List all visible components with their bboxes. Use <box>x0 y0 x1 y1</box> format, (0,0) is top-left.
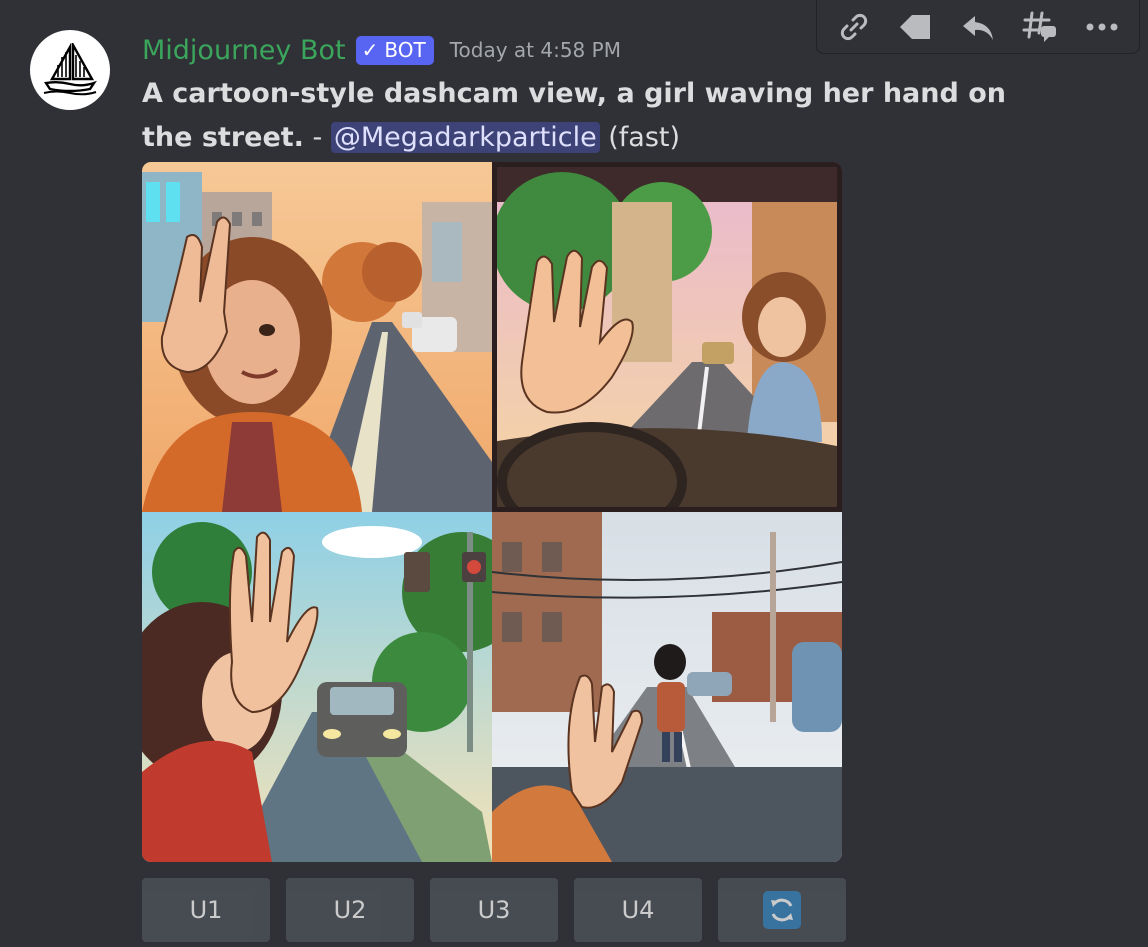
mode-label: (fast) <box>599 122 681 153</box>
user-mention[interactable]: @Megadarkparticle <box>330 122 600 153</box>
sailboat-logo-icon <box>43 43 97 96</box>
thread-icon <box>1022 11 1056 42</box>
verified-check-icon: ✓ <box>361 38 379 62</box>
create-thread-button[interactable] <box>1015 5 1065 49</box>
message-toolbar <box>816 0 1140 54</box>
upscale-1-button[interactable]: U1 <box>142 878 270 942</box>
action-buttons: U1 U2 U3 U4 <box>142 878 846 942</box>
reroll-icon <box>763 891 801 929</box>
bot-badge: ✓ BOT <box>355 35 434 65</box>
link-icon <box>840 13 868 40</box>
more-icon <box>1086 23 1118 30</box>
message-content: A cartoon-style dashcam view, a girl wav… <box>142 72 1022 160</box>
upscale-2-label: U2 <box>333 896 367 924</box>
upscale-2-button[interactable]: U2 <box>286 878 414 942</box>
bot-label: BOT <box>384 38 426 62</box>
reroll-button[interactable] <box>718 878 846 942</box>
separator: - <box>303 122 331 153</box>
image-tile-3[interactable] <box>142 512 492 862</box>
copy-link-button[interactable] <box>829 5 879 49</box>
username[interactable]: Midjourney Bot <box>142 35 346 66</box>
timestamp: Today at 4:58 PM <box>449 38 621 62</box>
message-header: Midjourney Bot ✓ BOT Today at 4:58 PM <box>142 30 621 70</box>
reply-icon <box>963 15 993 40</box>
upscale-4-label: U4 <box>621 896 655 924</box>
tag-icon <box>900 14 930 39</box>
upscale-4-button[interactable]: U4 <box>574 878 702 942</box>
message: Midjourney Bot ✓ BOT Today at 4:58 PM A … <box>0 0 1148 947</box>
image-tile-1[interactable] <box>142 162 492 512</box>
avatar[interactable] <box>30 30 110 110</box>
upscale-3-label: U3 <box>477 896 511 924</box>
reply-button[interactable] <box>953 5 1003 49</box>
upscale-3-button[interactable]: U3 <box>430 878 558 942</box>
apps-button[interactable] <box>891 5 941 49</box>
image-tile-2[interactable] <box>492 162 842 512</box>
upscale-1-label: U1 <box>189 896 223 924</box>
image-tile-4[interactable] <box>492 512 842 862</box>
more-button[interactable] <box>1077 5 1127 49</box>
image-grid[interactable] <box>142 162 842 862</box>
